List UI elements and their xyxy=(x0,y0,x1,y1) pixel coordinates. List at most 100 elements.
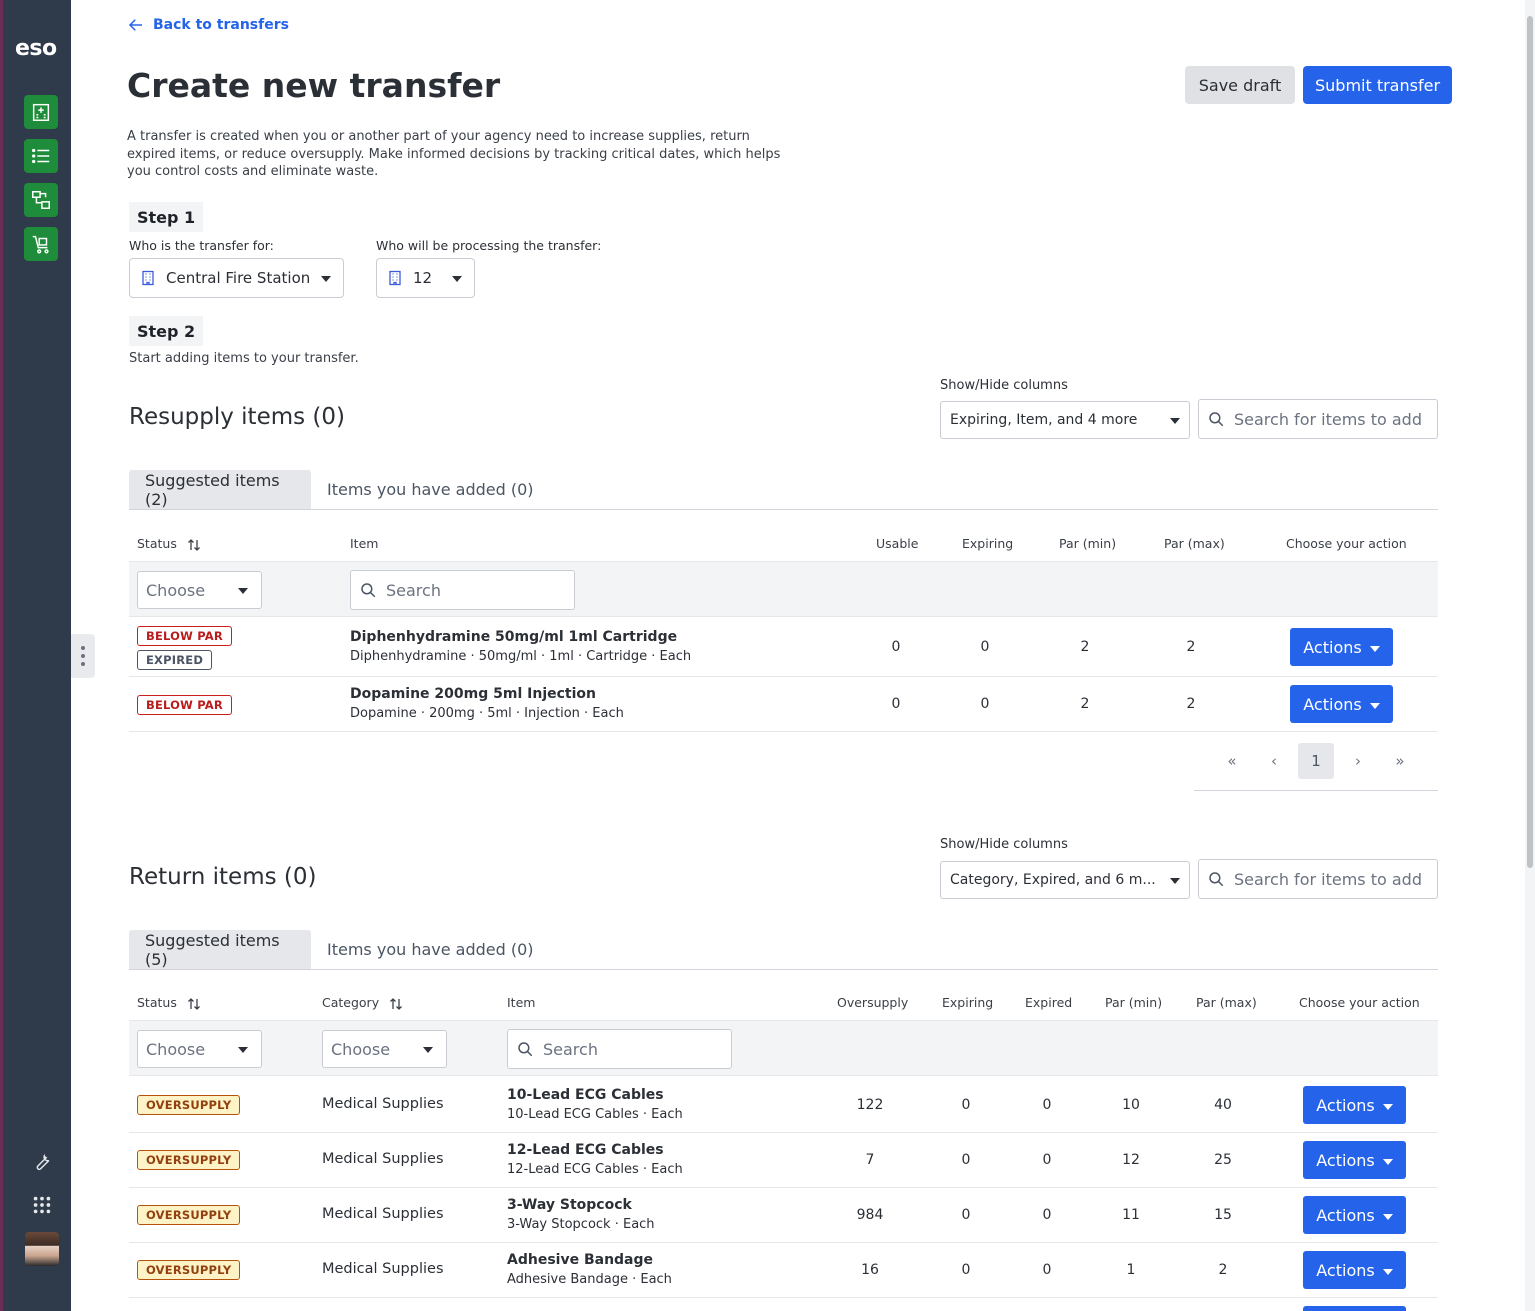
col-par-max: Par (max) xyxy=(1196,995,1257,1010)
col-item: Item xyxy=(350,536,379,551)
current-page-button[interactable]: 1 xyxy=(1298,743,1334,779)
processing-select[interactable]: 12 xyxy=(376,258,475,298)
chevron-down-icon xyxy=(1382,1158,1393,1165)
return-show-hide-select[interactable]: Category, Expired, and 6 m... xyxy=(940,861,1190,899)
actions-button[interactable]: Actions xyxy=(1303,1196,1406,1234)
oversupply-value: 122 xyxy=(856,1097,884,1113)
resupply-search-input[interactable]: Search for items to add xyxy=(1198,399,1438,439)
vertical-scrollbar[interactable] xyxy=(1525,0,1535,1311)
pagination: « ‹ 1 › » xyxy=(1194,743,1438,791)
chevron-down-icon xyxy=(1170,878,1180,884)
next-page-button[interactable]: › xyxy=(1340,743,1376,779)
col-status[interactable]: Status xyxy=(137,995,201,1011)
par-min-value: 2 xyxy=(1080,639,1090,655)
item-description: 10-Lead ECG Cables · Each xyxy=(507,1107,683,1122)
tab-return-added[interactable]: Items you have added (0) xyxy=(311,930,550,969)
return-search-input[interactable]: Search for items to add xyxy=(1198,859,1438,899)
actions-button[interactable]: Actions xyxy=(1303,1086,1406,1124)
status-filter-select[interactable]: Choose xyxy=(137,1030,262,1068)
category-filter-select[interactable]: Choose xyxy=(322,1030,447,1068)
actions-button[interactable]: Actions xyxy=(1303,1141,1406,1179)
apps-grid-icon[interactable] xyxy=(29,1192,55,1218)
status-filter-select[interactable]: Choose xyxy=(137,571,262,609)
oversupply-value: 16 xyxy=(861,1262,879,1278)
table-row: OVERSUPPLY Medical Supplies Adhesive Ban… xyxy=(129,1243,1438,1298)
col-category[interactable]: Category xyxy=(322,995,403,1011)
status-badge: OVERSUPPLY xyxy=(137,1205,241,1225)
status-badge: OVERSUPPLY xyxy=(137,1095,241,1115)
submit-transfer-button[interactable]: Submit transfer xyxy=(1303,66,1452,104)
last-page-button[interactable]: » xyxy=(1382,743,1418,779)
transfer-icon[interactable] xyxy=(24,183,58,217)
status-badge: BELOW PAR xyxy=(137,695,232,715)
usable-value: 0 xyxy=(891,639,901,655)
building-icon xyxy=(142,270,154,286)
return-filter-row: Choose Choose Search xyxy=(129,1020,1438,1076)
processing-value: 12 xyxy=(413,269,433,287)
category-value: Medical Supplies xyxy=(322,1261,444,1277)
actions-button[interactable]: Actions xyxy=(1303,1251,1406,1289)
sort-icon[interactable] xyxy=(389,997,403,1011)
par-max-value: 2 xyxy=(1186,696,1196,712)
page-title: Create new transfer xyxy=(127,66,501,105)
wrench-icon[interactable] xyxy=(29,1148,55,1174)
item-filter-placeholder: Search xyxy=(543,1039,598,1059)
col-status-label: Status xyxy=(137,536,177,551)
table-row: OVERSUPPLY Medical Supplies 3-Way Stopco… xyxy=(129,1188,1438,1243)
actions-button[interactable]: Actions xyxy=(1290,685,1393,723)
actions-label: Actions xyxy=(1303,637,1362,657)
sort-icon[interactable] xyxy=(187,538,201,552)
back-to-transfers-link[interactable]: Back to transfers xyxy=(127,16,289,34)
chevron-down-icon xyxy=(1382,1213,1393,1220)
table-row: BELOW PAR EXPIRED Diphenhydramine 50mg/m… xyxy=(129,618,1438,677)
sort-icon[interactable] xyxy=(187,997,201,1011)
actions-button[interactable] xyxy=(1303,1306,1406,1311)
scrollbar-thumb[interactable] xyxy=(1527,16,1533,868)
col-status-label: Status xyxy=(137,995,177,1010)
status-badge: EXPIRED xyxy=(137,650,213,670)
status-badge: OVERSUPPLY xyxy=(137,1150,241,1170)
tab-resupply-suggested[interactable]: Suggested items (2) xyxy=(129,470,311,509)
item-description: 3-Way Stopcock · Each xyxy=(507,1217,655,1232)
chevron-down-icon xyxy=(423,1047,433,1053)
actions-button[interactable]: Actions xyxy=(1290,628,1393,666)
resupply-show-hide-label: Show/Hide columns xyxy=(940,378,1068,393)
prev-page-button[interactable]: ‹ xyxy=(1256,743,1292,779)
item-filter-search[interactable]: Search xyxy=(350,570,575,610)
return-tabs: Suggested items (5) Items you have added… xyxy=(129,930,1438,970)
expired-value: 0 xyxy=(1042,1097,1052,1113)
cart-icon[interactable] xyxy=(24,227,58,261)
save-draft-button[interactable]: Save draft xyxy=(1185,66,1295,104)
transfer-for-select[interactable]: Central Fire Station xyxy=(129,258,344,298)
tab-return-suggested[interactable]: Suggested items (5) xyxy=(129,930,311,969)
col-category-label: Category xyxy=(322,995,380,1010)
item-description: 12-Lead ECG Cables · Each xyxy=(507,1162,683,1177)
first-page-button[interactable]: « xyxy=(1214,743,1250,779)
col-status[interactable]: Status xyxy=(137,536,201,552)
resupply-show-hide-select[interactable]: Expiring, Item, and 4 more xyxy=(940,401,1190,439)
tab-resupply-added[interactable]: Items you have added (0) xyxy=(311,470,550,509)
item-name: 10-Lead ECG Cables xyxy=(507,1087,664,1103)
hospital-icon[interactable] xyxy=(24,95,58,129)
expired-value: 0 xyxy=(1042,1207,1052,1223)
par-max-value: 2 xyxy=(1186,639,1196,655)
list-icon[interactable] xyxy=(24,139,58,173)
user-avatar[interactable] xyxy=(25,1232,59,1266)
resupply-title: Resupply items (0) xyxy=(129,404,346,430)
chevron-down-icon xyxy=(321,276,331,282)
expiring-value: 0 xyxy=(961,1097,971,1113)
chevron-down-icon xyxy=(1382,1103,1393,1110)
expired-value: 0 xyxy=(1042,1262,1052,1278)
resupply-search-placeholder: Search for items to add xyxy=(1234,409,1422,429)
actions-label: Actions xyxy=(1316,1260,1375,1280)
app-window: eso Back to transfers Create new transfe… xyxy=(0,0,1535,1311)
left-nav-rail: eso xyxy=(0,0,71,1311)
item-filter-search[interactable]: Search xyxy=(507,1029,732,1069)
oversupply-value: 984 xyxy=(856,1207,884,1223)
category-value: Medical Supplies xyxy=(322,1206,444,1222)
item-description: Dopamine · 200mg · 5ml · Injection · Eac… xyxy=(350,706,624,721)
chevron-down-icon xyxy=(238,1047,248,1053)
col-item: Item xyxy=(507,995,536,1010)
chevron-down-icon xyxy=(1382,1268,1393,1275)
par-min-value: 2 xyxy=(1080,696,1090,712)
